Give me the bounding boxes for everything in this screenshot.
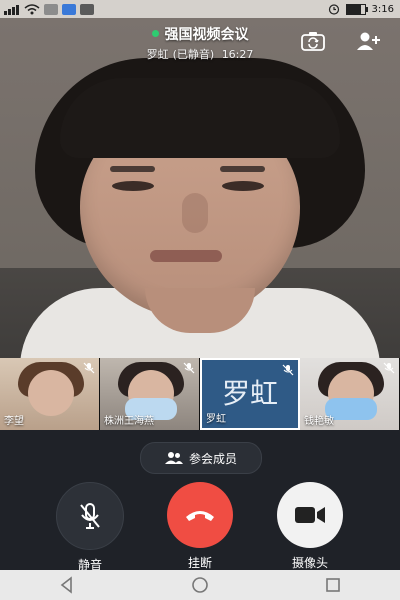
- switch-camera-icon[interactable]: [300, 30, 326, 52]
- meeting-elapsed-time: 16:27: [221, 47, 254, 61]
- back-icon[interactable]: [57, 575, 77, 595]
- participant-avatar-text: 罗虹: [221, 377, 278, 410]
- hangup-button[interactable]: [167, 482, 233, 548]
- battery-level: [346, 4, 361, 14]
- speaker-mouth: [150, 250, 222, 262]
- mic-muted-icon: [383, 362, 395, 374]
- video-conference-screen: 3:16 强国视频会议 罗虹 (已静音) 16:27 李望 株洲王海燕 罗虹 罗…: [0, 0, 400, 600]
- status-bar: 3:16: [0, 0, 400, 18]
- speaker-nose: [182, 193, 208, 233]
- mic-muted-icon: [282, 364, 294, 376]
- mic-muted-icon: [83, 362, 95, 374]
- tile-face: [28, 370, 74, 416]
- participants-button-label: 参会成员: [188, 451, 237, 466]
- speaker-right-eye: [222, 181, 264, 191]
- participant-tile[interactable]: 钱艳敏: [300, 358, 400, 430]
- main-video-feed[interactable]: 强国视频会议 罗虹 (已静音) 16:27: [0, 18, 400, 358]
- participant-tile[interactable]: 株洲王海燕: [100, 358, 200, 430]
- clock: 3:16: [371, 3, 394, 15]
- active-speaker-status: (已静音): [172, 47, 215, 61]
- active-speaker-name: 罗虹: [146, 47, 169, 61]
- notification-icon: [62, 3, 76, 15]
- mic-off-icon: [80, 503, 100, 529]
- camera-control[interactable]: 摄像头: [270, 482, 350, 571]
- meeting-subtitle: 罗虹 (已静音) 16:27: [0, 46, 400, 62]
- mute-button[interactable]: [56, 482, 124, 550]
- mic-muted-icon: [183, 362, 195, 374]
- mute-control[interactable]: 静音: [50, 482, 130, 573]
- video-camera-icon: [295, 507, 325, 523]
- speaker-left-brow: [110, 166, 155, 172]
- meeting-title: 强国视频会议: [164, 26, 249, 43]
- status-right-icons: 3:16: [328, 2, 394, 16]
- meeting-title-row: 强国视频会议: [151, 24, 249, 44]
- hang-up-phone-icon: [186, 511, 214, 521]
- participant-name: 株洲王海燕: [104, 416, 154, 427]
- speaker-right-brow: [220, 166, 265, 172]
- participant-tile[interactable]: 李望: [0, 358, 100, 430]
- participants-button[interactable]: 参会成员: [140, 442, 262, 474]
- participant-name: 罗虹: [206, 414, 226, 425]
- speaker-left-eye: [112, 181, 154, 191]
- recent-apps-icon[interactable]: [323, 575, 343, 595]
- call-controls: 参会成员 静音 挂断 摄像头: [0, 430, 400, 573]
- system-navigation-bar: [0, 570, 400, 600]
- wifi-icon: [24, 3, 40, 14]
- camera-button[interactable]: [277, 482, 343, 548]
- participant-name: 李望: [4, 416, 24, 427]
- hangup-control[interactable]: 挂断: [160, 482, 240, 571]
- add-participant-icon[interactable]: [355, 30, 381, 52]
- home-icon[interactable]: [190, 575, 210, 595]
- notification-icon: [44, 3, 58, 15]
- meeting-header: 强国视频会议 罗虹 (已静音) 16:27: [0, 22, 400, 62]
- notification-icon: [80, 3, 94, 15]
- battery-icon: [345, 3, 368, 15]
- participants-icon: [164, 452, 183, 464]
- alarm-icon: [328, 4, 339, 15]
- participant-name: 钱艳敏: [304, 416, 334, 427]
- status-left-icons: [4, 2, 94, 16]
- hangup-label: 挂断: [187, 556, 212, 570]
- participant-strip: 李望 株洲王海燕 罗虹 罗虹 钱艳敏: [0, 358, 400, 430]
- participant-tile-active[interactable]: 罗虹 罗虹: [200, 358, 300, 430]
- signal-icon: [4, 4, 19, 15]
- live-indicator-icon: [151, 30, 159, 37]
- camera-label: 摄像头: [291, 556, 328, 570]
- speaker-bangs: [60, 78, 340, 158]
